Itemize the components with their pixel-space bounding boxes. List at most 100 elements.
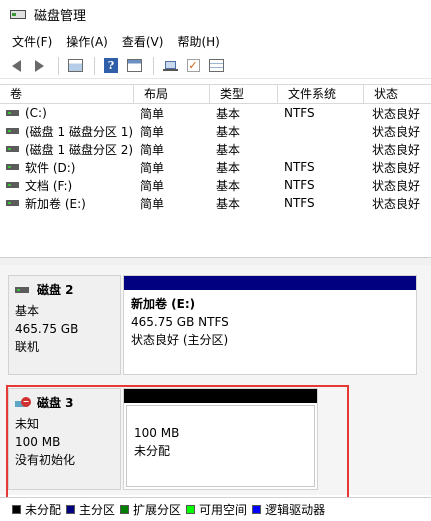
legend-label: 扩展分区	[133, 503, 182, 517]
column-header-filesystem[interactable]: 文件系统	[278, 85, 364, 104]
legend: 未分配 主分区 扩展分区 可用空间 逻辑驱动器	[0, 497, 431, 521]
volume-layout: 简单	[140, 124, 165, 139]
disk-state: 没有初始化	[15, 453, 76, 467]
legend-item-unallocated: 未分配	[12, 501, 61, 518]
disk-type: 未知	[15, 417, 40, 431]
volume-icon	[6, 200, 19, 206]
volume-row[interactable]: 软件 (D:) 简单 基本 NTFS 状态良好	[0, 158, 431, 176]
partition-status: 状态良好 (主分区)	[131, 333, 229, 347]
volume-type: 基本	[216, 106, 241, 121]
menu-view[interactable]: 查看(V)	[115, 33, 171, 50]
volume-icon	[6, 146, 19, 152]
volume-status: 状态良好	[372, 142, 421, 157]
legend-label: 可用空间	[199, 503, 248, 517]
disk-name: 磁盘 2	[37, 283, 74, 297]
volume-type: 基本	[216, 142, 241, 157]
volume-name: 文档 (F:)	[25, 178, 73, 193]
menu-action[interactable]: 操作(A)	[59, 33, 115, 50]
legend-swatch	[12, 505, 21, 514]
legend-item-logical: 逻辑驱动器	[252, 501, 325, 518]
list-view-icon[interactable]	[206, 56, 226, 76]
column-header-status[interactable]: 状态	[364, 85, 431, 104]
legend-label: 主分区	[79, 503, 116, 517]
volume-icon	[6, 182, 19, 188]
volume-filesystem: NTFS	[284, 106, 315, 120]
volume-layout: 简单	[140, 178, 165, 193]
volume-name: (磁盘 1 磁盘分区 1)	[25, 124, 134, 139]
volume-row[interactable]: (磁盘 1 磁盘分区 2) 简单 基本 状态良好	[0, 140, 431, 158]
volume-list-header: 卷 布局 类型 文件系统 状态	[0, 85, 431, 104]
partition-detail: 100 MB	[134, 426, 180, 440]
disk-size: 100 MB	[15, 435, 61, 449]
disk-row-3: − 磁盘 3 未知 100 MB 没有初始化 100 MB 未分配	[8, 388, 431, 490]
volume-filesystem: NTFS	[284, 160, 315, 174]
volume-layout: 简单	[140, 196, 165, 211]
volume-status: 状态良好	[372, 106, 421, 121]
volume-list: 卷 布局 类型 文件系统 状态 (C:) 简单 基本 NTFS 状态良好 (磁盘 1 磁盘…	[0, 84, 431, 256]
legend-swatch	[186, 505, 196, 514]
volume-status: 状态良好	[372, 178, 421, 193]
legend-label: 逻辑驱动器	[265, 503, 326, 517]
volume-row[interactable]: 新加卷 (E:) 简单 基本 NTFS 状态良好	[0, 194, 431, 212]
volume-name: (磁盘 1 磁盘分区 2)	[25, 142, 134, 157]
menu-help[interactable]: 帮助(H)	[170, 33, 226, 50]
partition-color-bar	[124, 276, 416, 290]
menu-file[interactable]: 文件(F)	[0, 33, 59, 50]
volume-row[interactable]: (C:) 简单 基本 NTFS 状态良好	[0, 104, 431, 122]
column-header-layout[interactable]: 布局	[134, 85, 210, 104]
disk-3-label[interactable]: − 磁盘 3 未知 100 MB 没有初始化	[8, 388, 121, 490]
volume-layout: 简单	[140, 142, 165, 157]
title-bar: 磁盘管理	[0, 0, 431, 28]
volume-name: (C:)	[25, 106, 47, 120]
unallocated-space[interactable]: 100 MB 未分配	[123, 388, 318, 490]
volume-filesystem: NTFS	[284, 178, 315, 192]
disk-name: 磁盘 3	[37, 396, 74, 410]
volume-icon	[6, 128, 19, 134]
legend-label: 未分配	[25, 503, 62, 517]
partition-title: 新加卷 (E:)	[131, 297, 196, 311]
menu-bar: 文件(F) 操作(A) 查看(V) 帮助(H)	[0, 30, 431, 52]
volume-status: 状态良好	[372, 124, 421, 139]
volume-status: 状态良好	[372, 196, 421, 211]
disk-icon	[15, 286, 29, 293]
column-header-type[interactable]: 类型	[210, 85, 278, 104]
partition-status: 未分配	[134, 444, 171, 458]
volume-icon	[6, 164, 19, 170]
volume-type: 基本	[216, 196, 241, 211]
volume-type: 基本	[216, 124, 241, 139]
legend-item-primary: 主分区	[66, 501, 115, 518]
toolbar-separator	[94, 56, 95, 75]
legend-swatch	[66, 505, 76, 514]
connect-disk-icon[interactable]	[160, 56, 180, 76]
forward-arrow-icon[interactable]	[29, 56, 49, 76]
pane-splitter[interactable]	[0, 257, 431, 265]
partition-e[interactable]: 新加卷 (E:) 465.75 GB NTFS 状态良好 (主分区)	[123, 275, 417, 375]
volume-status: 状态良好	[372, 160, 421, 175]
legend-item-free-space: 可用空间	[186, 501, 247, 518]
volume-layout: 简单	[140, 160, 165, 175]
column-header-volume[interactable]: 卷	[0, 85, 134, 104]
back-arrow-icon[interactable]	[6, 56, 26, 76]
window-title: 磁盘管理	[34, 8, 87, 24]
disk-management-icon	[10, 6, 26, 22]
toolbar-separator	[58, 56, 59, 75]
disk-2-label[interactable]: 磁盘 2 基本 465.75 GB 联机	[8, 275, 121, 375]
partition-detail: 465.75 GB NTFS	[131, 315, 229, 329]
disk-row-2: 磁盘 2 基本 465.75 GB 联机 新加卷 (E:) 465.75 GB …	[8, 275, 431, 375]
volume-type: 基本	[216, 160, 241, 175]
volume-name: 软件 (D:)	[25, 160, 76, 175]
disk-size: 465.75 GB	[15, 322, 79, 336]
console-tree-icon[interactable]	[65, 56, 85, 76]
partition-color-bar	[124, 389, 317, 403]
volume-row[interactable]: (磁盘 1 磁盘分区 1) 简单 基本 状态良好	[0, 122, 431, 140]
volume-row[interactable]: 文档 (F:) 简单 基本 NTFS 状态良好	[0, 176, 431, 194]
help-icon[interactable]: ?	[101, 56, 121, 76]
volume-filesystem: NTFS	[284, 196, 315, 210]
disk-type: 基本	[15, 304, 40, 318]
legend-swatch	[120, 505, 130, 514]
volume-layout: 简单	[140, 106, 165, 121]
disk-state: 联机	[15, 340, 40, 354]
check-icon[interactable]: ✓	[183, 56, 203, 76]
volume-type: 基本	[216, 178, 241, 193]
properties-icon[interactable]	[124, 56, 144, 76]
